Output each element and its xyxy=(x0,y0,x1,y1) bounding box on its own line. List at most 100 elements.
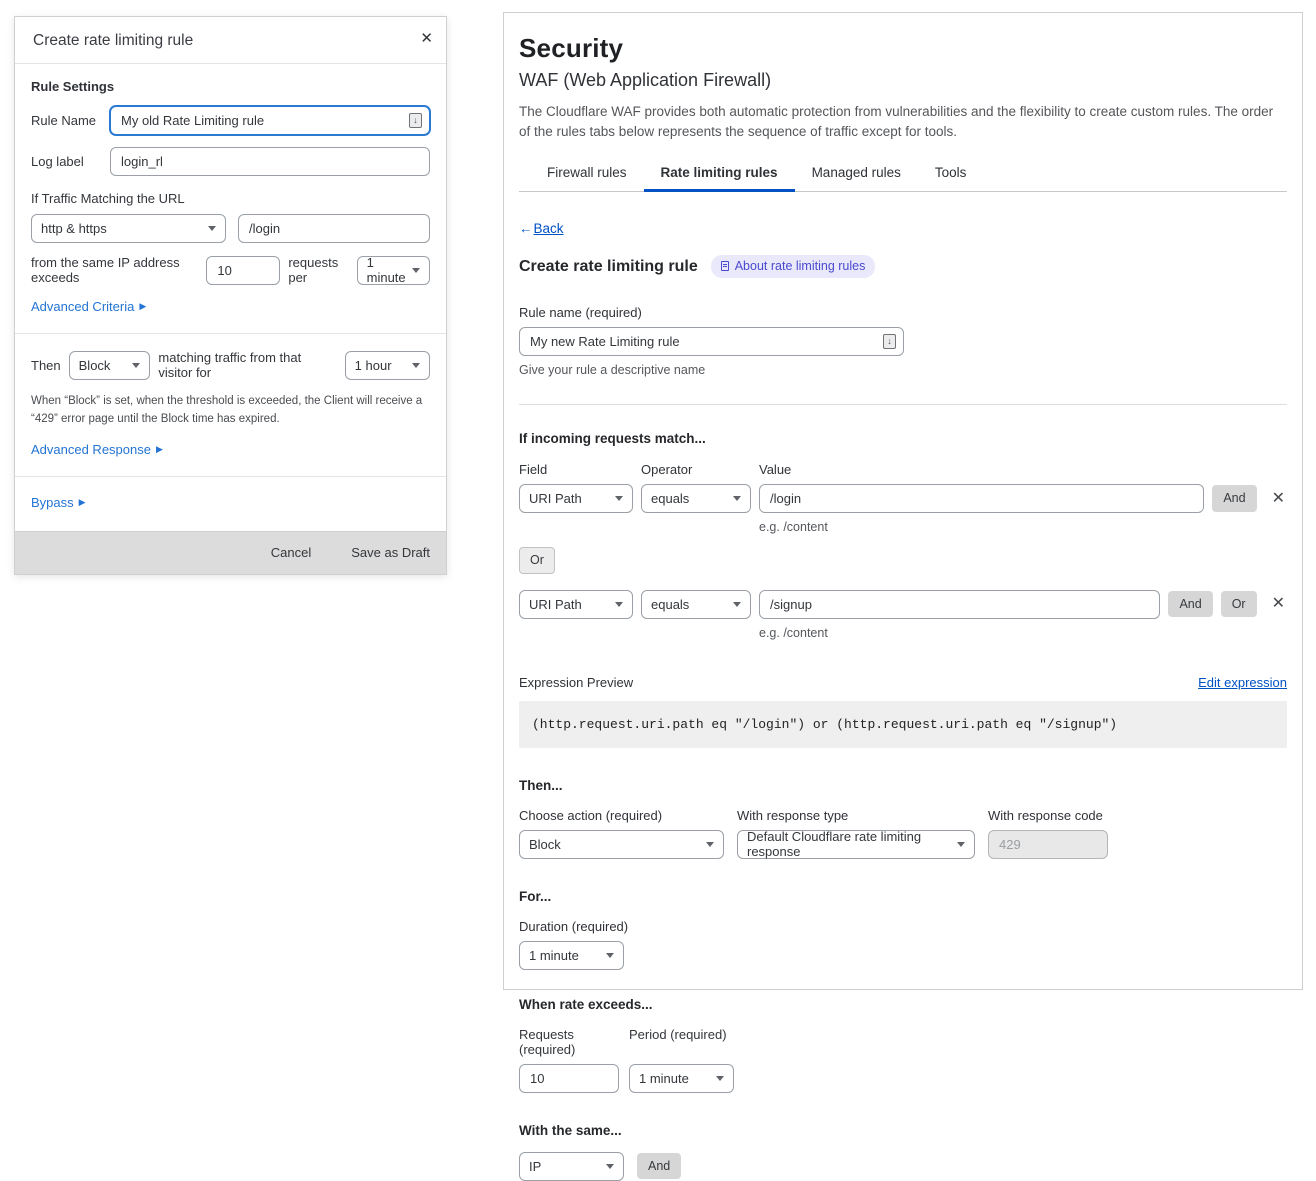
chevron-down-icon xyxy=(132,363,140,368)
rule-settings-heading: Rule Settings xyxy=(31,79,430,94)
back-link[interactable]: ← Back xyxy=(519,221,564,236)
caret-right-icon: ▶ xyxy=(79,498,86,507)
and-button[interactable]: And xyxy=(1168,591,1212,618)
bypass-link[interactable]: Bypass ▶ xyxy=(31,495,86,510)
requests-label: Requests (required) xyxy=(519,1027,629,1057)
requests-per-text: requests per xyxy=(288,255,348,285)
expression-preview-label: Expression Preview xyxy=(519,675,633,690)
period-label: Period (required) xyxy=(629,1027,727,1057)
page-subtitle: WAF (Web Application Firewall) xyxy=(519,70,1287,91)
operator-column-label: Operator xyxy=(641,462,751,477)
condition-row: URI Path equals And Or ✕ xyxy=(519,590,1287,619)
traffic-matching-heading: If Traffic Matching the URL xyxy=(31,191,430,206)
requests-input[interactable] xyxy=(519,1064,619,1093)
period-select[interactable]: 1 minute xyxy=(357,256,430,285)
characteristic-select[interactable]: IP xyxy=(519,1152,624,1181)
dialog-footer: Cancel Save as Draft xyxy=(15,531,446,574)
field-select[interactable]: URI Path xyxy=(519,590,633,619)
operator-select[interactable]: equals xyxy=(641,590,751,619)
rate-period-select[interactable]: 1 minute xyxy=(629,1064,734,1093)
chevron-down-icon xyxy=(606,953,614,958)
autofill-icon[interactable]: ↓ xyxy=(409,113,422,128)
rule-name-label: Rule Name xyxy=(31,113,110,128)
condition-row: URI Path equals And ✕ xyxy=(519,484,1287,513)
create-rate-limit-dialog: Create rate limiting rule ✕ Rule Setting… xyxy=(14,16,447,575)
tab-tools[interactable]: Tools xyxy=(918,156,984,191)
chevron-down-icon xyxy=(733,496,741,501)
advanced-criteria-link[interactable]: Advanced Criteria ▶ xyxy=(31,299,146,314)
edit-expression-link[interactable]: Edit expression xyxy=(1198,675,1287,690)
form-title: Create rate limiting rule xyxy=(519,258,698,276)
dialog-header: Create rate limiting rule ✕ xyxy=(15,17,446,64)
save-as-draft-button[interactable]: Save as Draft xyxy=(351,545,430,560)
cancel-button[interactable]: Cancel xyxy=(271,545,311,560)
chevron-down-icon xyxy=(716,1076,724,1081)
chevron-down-icon xyxy=(412,268,420,273)
duration-select[interactable]: 1 minute xyxy=(519,941,624,970)
rule-name-input[interactable] xyxy=(519,327,904,356)
matching-text: matching traffic from that visitor for xyxy=(158,350,336,380)
value-hint: e.g. /content xyxy=(759,626,1287,640)
chevron-down-icon xyxy=(957,842,965,847)
waf-tabs: Firewall rules Rate limiting rules Manag… xyxy=(519,156,1287,192)
rule-name-input[interactable] xyxy=(110,106,430,135)
back-arrow-icon: ← xyxy=(519,221,533,236)
security-waf-panel: Security WAF (Web Application Firewall) … xyxy=(503,12,1303,990)
duration-select[interactable]: 1 hour xyxy=(345,351,430,380)
close-icon[interactable]: ✕ xyxy=(420,29,433,47)
response-code-label: With response code xyxy=(988,808,1108,823)
operator-select[interactable]: equals xyxy=(641,484,751,513)
caret-right-icon: ▶ xyxy=(156,445,163,454)
then-heading: Then... xyxy=(519,778,1287,793)
chevron-down-icon xyxy=(733,602,741,607)
page-title: Security xyxy=(519,33,1287,64)
tab-managed-rules[interactable]: Managed rules xyxy=(795,156,918,191)
remove-condition-icon[interactable]: ✕ xyxy=(1270,596,1287,612)
value-input[interactable] xyxy=(759,590,1160,619)
chevron-down-icon xyxy=(208,226,216,231)
log-label-input[interactable] xyxy=(110,147,430,176)
url-input[interactable] xyxy=(238,214,430,243)
caret-right-icon: ▶ xyxy=(139,302,146,311)
requests-input[interactable] xyxy=(206,256,280,285)
for-heading: For... xyxy=(519,889,1287,904)
page-description: The Cloudflare WAF provides both automat… xyxy=(519,102,1287,141)
divider xyxy=(15,333,446,334)
advanced-response-link[interactable]: Advanced Response ▶ xyxy=(31,442,163,457)
and-button[interactable]: And xyxy=(1212,485,1256,512)
remove-condition-icon[interactable]: ✕ xyxy=(1270,491,1287,507)
same-heading: With the same... xyxy=(519,1123,1287,1138)
response-type-select[interactable]: Default Cloudflare rate limiting respons… xyxy=(737,830,975,859)
value-hint: e.g. /content xyxy=(759,520,1287,534)
autofill-icon[interactable]: ↓ xyxy=(883,334,896,349)
chevron-down-icon xyxy=(615,496,623,501)
chevron-down-icon xyxy=(606,1164,614,1169)
rule-name-label: Rule name (required) xyxy=(519,305,1287,320)
value-column-label: Value xyxy=(759,462,791,477)
response-type-label: With response type xyxy=(737,808,975,823)
expression-code: (http.request.uri.path eq "/login") or (… xyxy=(519,701,1287,748)
block-note: When “Block” is set, when the threshold … xyxy=(31,393,430,429)
then-text: Then xyxy=(31,358,61,373)
chevron-down-icon xyxy=(412,363,420,368)
divider xyxy=(519,404,1287,405)
same-and-button[interactable]: And xyxy=(637,1153,681,1180)
chevron-down-icon xyxy=(706,842,714,847)
value-input[interactable] xyxy=(759,484,1204,513)
tab-rate-limiting-rules[interactable]: Rate limiting rules xyxy=(644,156,795,191)
or-button[interactable]: Or xyxy=(1221,591,1257,618)
scheme-select[interactable]: http & https xyxy=(31,214,226,243)
about-rate-limiting-badge[interactable]: About rate limiting rules xyxy=(711,255,876,278)
rate-heading: When rate exceeds... xyxy=(519,997,1287,1012)
field-column-label: Field xyxy=(519,462,633,477)
exceeds-text: from the same IP address exceeds xyxy=(31,255,198,285)
field-select[interactable]: URI Path xyxy=(519,484,633,513)
divider xyxy=(15,476,446,477)
action-select[interactable]: Block xyxy=(519,830,724,859)
log-label-label: Log label xyxy=(31,154,110,169)
document-icon xyxy=(721,261,729,271)
or-connector-button[interactable]: Or xyxy=(519,547,555,574)
tab-firewall-rules[interactable]: Firewall rules xyxy=(530,156,644,191)
choose-action-label: Choose action (required) xyxy=(519,808,724,823)
action-select[interactable]: Block xyxy=(69,351,151,380)
